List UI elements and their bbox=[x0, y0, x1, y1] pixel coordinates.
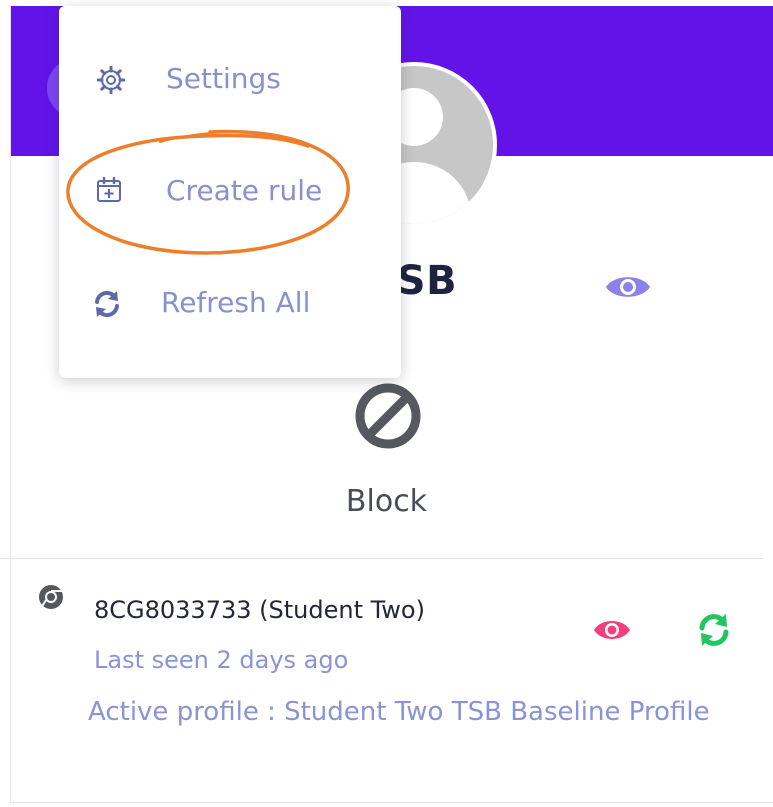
chrome-icon bbox=[39, 585, 63, 609]
menu-item-create-rule[interactable]: Create rule bbox=[59, 158, 401, 228]
options-menu: Settings Create rule Refresh All bbox=[59, 6, 401, 378]
calendar-plus-icon bbox=[97, 176, 121, 202]
last-seen: Last seen 2 days ago bbox=[94, 646, 349, 674]
eye-icon[interactable] bbox=[604, 272, 652, 302]
menu-item-refresh-all[interactable]: Refresh All bbox=[59, 270, 401, 340]
menu-item-settings-label: Settings bbox=[166, 62, 281, 95]
view-device-icon[interactable] bbox=[592, 616, 632, 644]
active-profile: Active profile : Student Two TSB Baselin… bbox=[88, 697, 710, 727]
refresh-icon bbox=[95, 290, 119, 318]
gear-icon bbox=[97, 66, 125, 94]
menu-item-create-rule-label: Create rule bbox=[166, 174, 323, 207]
device-name: 8CG8033733 (Student Two) bbox=[94, 596, 425, 624]
menu-item-refresh-all-label: Refresh All bbox=[161, 286, 311, 319]
block-icon[interactable] bbox=[352, 380, 424, 452]
menu-item-settings[interactable]: Settings bbox=[59, 46, 401, 116]
divider bbox=[0, 558, 763, 559]
status-label: Block bbox=[345, 484, 428, 519]
refresh-device-icon[interactable] bbox=[696, 612, 732, 648]
